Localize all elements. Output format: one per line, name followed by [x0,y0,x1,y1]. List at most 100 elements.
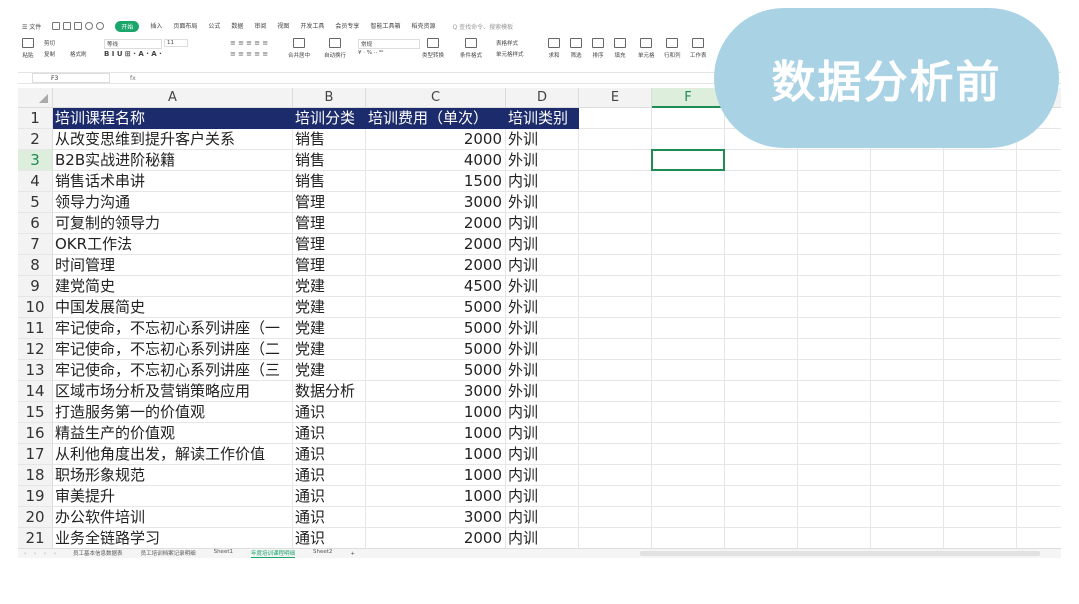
cell[interactable] [725,150,798,171]
row-header[interactable]: 2 [18,129,53,150]
cell[interactable] [652,213,725,234]
cell[interactable] [725,402,798,423]
cell[interactable] [798,444,871,465]
row-header[interactable]: 17 [18,444,53,465]
menu-tab[interactable]: 稻壳资源 [411,21,435,32]
cell[interactable]: 从改变思维到提升客户关系 [53,129,293,150]
cell[interactable] [871,402,944,423]
cell[interactable]: B2B实战进阶秘籍 [53,150,293,171]
cell[interactable]: 内训 [506,255,579,276]
sheet-tab[interactable]: 年度培训课程明细 [250,549,295,558]
cell[interactable]: 通识 [293,507,366,528]
cell[interactable] [579,234,652,255]
cell[interactable] [1017,486,1061,507]
cond-format-button[interactable]: 条件格式 [460,38,482,59]
cell[interactable] [1017,528,1061,549]
column-header[interactable]: B [293,88,366,108]
cell[interactable] [871,297,944,318]
row-header[interactable]: 1 [18,108,53,129]
cell[interactable] [725,234,798,255]
row-header[interactable]: 13 [18,360,53,381]
cell[interactable]: 精益生产的价值观 [53,423,293,444]
cell[interactable]: 2000 [366,528,506,549]
menu-tab[interactable]: 数据 [231,21,243,32]
cell[interactable] [1017,255,1061,276]
cell[interactable] [871,276,944,297]
number-buttons[interactable]: ¥ · % ·· ⁰⁰ [358,50,383,56]
cell[interactable] [871,507,944,528]
cell[interactable] [652,234,725,255]
wrap-button[interactable]: 自动换行 [324,38,346,59]
cell[interactable] [579,465,652,486]
redo-icon[interactable] [96,22,105,30]
cell[interactable]: 内训 [506,171,579,192]
cell[interactable] [871,486,944,507]
cell[interactable] [1017,507,1061,528]
row-header[interactable]: 12 [18,339,53,360]
cell[interactable] [725,423,798,444]
cell[interactable] [652,507,725,528]
cell[interactable] [798,318,871,339]
paste-button[interactable]: 粘贴 [22,38,34,59]
cell[interactable]: 可复制的领导力 [53,213,293,234]
cell[interactable]: 通识 [293,486,366,507]
cell[interactable] [725,444,798,465]
cell[interactable]: 4500 [366,276,506,297]
cut-button[interactable]: 剪切 [44,39,55,47]
row-header[interactable]: 15 [18,402,53,423]
row-header[interactable]: 6 [18,213,53,234]
cell[interactable] [725,339,798,360]
cell[interactable]: 内训 [506,402,579,423]
cell[interactable]: 4000 [366,150,506,171]
cell[interactable] [798,402,871,423]
command-search[interactable]: Q 查找命令、搜索模板 [452,22,513,31]
font-name-select[interactable]: 等线 [104,39,162,49]
sort-button[interactable]: 排序 [592,38,604,59]
row-header[interactable]: 16 [18,423,53,444]
cell[interactable]: 外训 [506,129,579,150]
cell[interactable] [725,360,798,381]
cell[interactable]: 党建 [293,276,366,297]
sheet-button[interactable]: 工作表 [690,38,707,59]
cell[interactable] [944,339,1017,360]
cell[interactable] [944,276,1017,297]
cell[interactable] [798,486,871,507]
cell[interactable]: 1000 [366,444,506,465]
cell[interactable] [1017,297,1061,318]
menu-tab[interactable]: 智能工具箱 [370,21,400,32]
horizontal-scrollbar[interactable] [640,551,1040,556]
row-header[interactable]: 11 [18,318,53,339]
cell[interactable] [871,192,944,213]
cell[interactable] [944,444,1017,465]
cell[interactable] [1017,381,1061,402]
save-icon[interactable] [52,22,61,30]
cell[interactable]: 牢记使命，不忘初心系列讲座（二 [53,339,293,360]
cell[interactable] [798,360,871,381]
row-header[interactable]: 21 [18,528,53,549]
cell[interactable] [652,381,725,402]
cell-style-button[interactable]: 单元格样式 [496,50,524,58]
cell[interactable] [579,108,652,129]
cell[interactable] [871,360,944,381]
cell[interactable]: 外训 [506,381,579,402]
cell[interactable] [944,360,1017,381]
align-buttons[interactable]: ≡ ≡ ≡ ≡ ≡ [230,39,268,47]
cell[interactable] [579,171,652,192]
fill-button[interactable]: 填充 [614,38,626,59]
cell[interactable] [944,297,1017,318]
cell[interactable] [1017,171,1061,192]
column-header[interactable]: E [579,88,652,108]
cell[interactable] [725,192,798,213]
cell[interactable] [798,276,871,297]
cell[interactable] [652,108,725,129]
sheet-tab[interactable]: Sheet2 [313,549,332,558]
cell[interactable] [725,528,798,549]
cell[interactable] [798,297,871,318]
font-size-select[interactable]: 11 [164,39,188,47]
cell[interactable]: 外训 [506,360,579,381]
cell[interactable] [652,528,725,549]
cell[interactable]: 内训 [506,213,579,234]
cell[interactable] [652,465,725,486]
cell[interactable] [652,339,725,360]
row-header[interactable]: 20 [18,507,53,528]
